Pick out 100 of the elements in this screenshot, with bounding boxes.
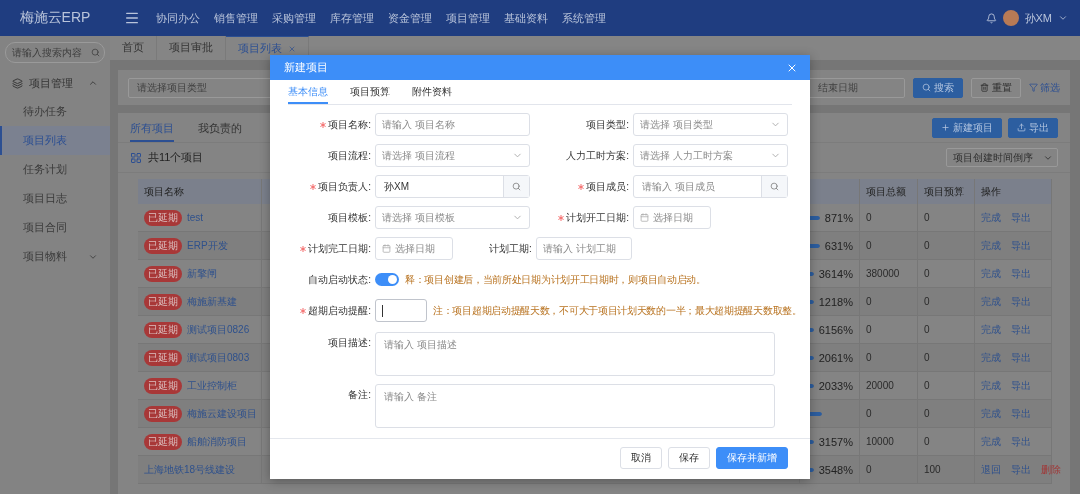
search-button[interactable] xyxy=(503,176,529,197)
project-name-link[interactable]: 工业控制柜 xyxy=(187,378,237,393)
nav-menu-item[interactable]: 基础资料 xyxy=(504,10,548,26)
filter-link[interactable]: 筛选 xyxy=(1029,80,1060,95)
upload-icon xyxy=(1017,123,1026,132)
action-link[interactable]: 导出 xyxy=(1011,350,1031,365)
action-link[interactable]: 完成 xyxy=(981,322,1001,337)
list-tab[interactable]: 所有项目 xyxy=(130,118,174,142)
reset-button[interactable]: 重置 xyxy=(971,77,1021,98)
table-cell: 100 xyxy=(918,456,975,484)
field-label: 项目类型: xyxy=(586,117,629,132)
project-name-link[interactable]: 船舶消防项目 xyxy=(187,434,247,449)
nav-menu-item[interactable]: 协同办公 xyxy=(156,10,200,26)
action-link[interactable]: 导出 xyxy=(1011,238,1031,253)
input-field[interactable] xyxy=(375,299,427,322)
search-input-field[interactable]: 请输入 项目成员 xyxy=(633,175,788,198)
action-link[interactable]: 完成 xyxy=(981,434,1001,449)
close-icon[interactable] xyxy=(288,44,296,53)
textarea-field[interactable]: 请输入 项目描述 xyxy=(375,332,775,376)
plus-icon xyxy=(941,123,950,132)
select-field[interactable]: 请选择 项目流程 xyxy=(375,144,530,167)
date-field[interactable]: 选择日期 xyxy=(375,237,453,260)
action-link[interactable]: 导出 xyxy=(1011,462,1031,477)
page-tab[interactable]: 首页 xyxy=(110,36,157,60)
project-name-link[interactable]: 梅施云建设项目 xyxy=(187,406,257,421)
action-link[interactable]: 完成 xyxy=(981,294,1001,309)
search-input-field[interactable]: 孙XM xyxy=(375,175,530,198)
project-name-link[interactable]: 测试项目0803 xyxy=(187,350,250,365)
action-link[interactable]: 完成 xyxy=(981,266,1001,281)
action-link[interactable]: 完成 xyxy=(981,238,1001,253)
dialog-button[interactable]: 保存 xyxy=(668,447,710,469)
project-name-link[interactable]: test xyxy=(187,212,204,223)
action-link[interactable]: 退回 xyxy=(981,462,1001,477)
nav-menu-item[interactable]: 系统管理 xyxy=(562,10,606,26)
progress-percent: 1218% xyxy=(818,295,853,308)
textarea-field[interactable]: 请输入 备注 xyxy=(375,384,775,428)
field-label: 超期启动提醒: xyxy=(308,303,371,318)
project-name-link[interactable]: ERP开发 xyxy=(187,238,228,253)
action-link[interactable]: 导出 xyxy=(1011,406,1031,421)
dialog-button[interactable]: 取消 xyxy=(620,447,662,469)
nav-menu-item[interactable]: 库存管理 xyxy=(330,10,374,26)
action-link[interactable]: 完成 xyxy=(981,406,1001,421)
sidebar-item[interactable]: 任务计划 xyxy=(0,155,110,184)
dialog-tab[interactable]: 项目预算 xyxy=(350,82,390,104)
sidebar-group[interactable]: 项目管理 xyxy=(0,69,110,97)
select-field[interactable]: 请选择 项目类型 xyxy=(633,113,788,136)
progress-percent: 3548% xyxy=(818,463,853,476)
action-link[interactable]: 导出 xyxy=(1011,378,1031,393)
sidebar-item[interactable]: 项目合同 xyxy=(0,213,110,242)
input-field[interactable]: 请输入 计划工期 xyxy=(535,237,632,260)
bell-icon[interactable] xyxy=(985,12,997,24)
sidebar-item[interactable]: 项目日志 xyxy=(0,184,110,213)
sidebar-item[interactable]: 待办任务 xyxy=(0,97,110,126)
nav-menu-item[interactable]: 销售管理 xyxy=(214,10,258,26)
select-field[interactable]: 请选择 项目模板 xyxy=(375,206,530,229)
nav-menu-item[interactable]: 资金管理 xyxy=(388,10,432,26)
sort-select[interactable]: 项目创建时间倒序 xyxy=(946,148,1058,167)
user-name[interactable]: 孙XM xyxy=(1024,10,1052,26)
action-link[interactable]: 导出 xyxy=(1011,434,1031,449)
dialog-tab[interactable]: 基本信息 xyxy=(288,82,328,104)
action-link[interactable]: 完成 xyxy=(981,210,1001,225)
search-button[interactable] xyxy=(761,176,787,197)
project-name-link[interactable]: 测试项目0826 xyxy=(187,322,250,337)
status-badge: 已延期 xyxy=(144,293,182,310)
field-label: 项目描述: xyxy=(328,336,371,350)
status-badge: 已延期 xyxy=(144,237,182,254)
search-button[interactable]: 搜索 xyxy=(913,77,963,98)
export-button[interactable]: 导出 xyxy=(1008,117,1058,138)
table-cell: 0 xyxy=(860,232,918,260)
action-link[interactable]: 完成 xyxy=(981,350,1001,365)
action-link[interactable]: 导出 xyxy=(1011,294,1031,309)
action-link[interactable]: 导出 xyxy=(1011,266,1031,281)
sidebar-search-field[interactable]: 请输入搜索内容 xyxy=(5,42,105,63)
dialog-tab[interactable]: 附件资料 xyxy=(412,82,452,104)
project-name-link[interactable]: 新擎闸 xyxy=(187,266,217,281)
nav-menu-item[interactable]: 项目管理 xyxy=(446,10,490,26)
date-field[interactable]: 选择日期 xyxy=(633,206,711,229)
field-label: 项目模板: xyxy=(328,210,371,225)
toggle-switch[interactable] xyxy=(375,273,399,286)
action-link[interactable]: 导出 xyxy=(1011,210,1031,225)
table-cell: 0 xyxy=(918,372,975,400)
action-link[interactable]: 导出 xyxy=(1011,322,1031,337)
chevron-down-icon xyxy=(1058,13,1068,23)
dialog-title: 新建项目 xyxy=(284,60,328,75)
sidebar-item[interactable]: 项目物料 xyxy=(0,242,110,271)
dialog-button[interactable]: 保存并新增 xyxy=(716,447,788,469)
nav-menu-item[interactable]: 采购管理 xyxy=(272,10,316,26)
hint-text: 释：项目创建后，当前所处日期为计划开工日期时，则项目自动启动。 xyxy=(405,272,706,287)
page-tab[interactable]: 项目审批 xyxy=(157,36,226,60)
action-link[interactable]: 完成 xyxy=(981,378,1001,393)
menu-icon[interactable] xyxy=(124,10,140,26)
select-field[interactable]: 请选择 人力工时方案 xyxy=(633,144,788,167)
new-project-button[interactable]: 新建项目 xyxy=(932,117,1002,138)
action-link[interactable]: 删除 xyxy=(1041,462,1061,477)
column-header: 项目名称 xyxy=(138,179,262,204)
project-name-link[interactable]: 梅施新基建 xyxy=(187,294,237,309)
field-label: 人力工时方案: xyxy=(566,148,629,163)
input-field[interactable]: 请输入 项目名称 xyxy=(375,113,530,136)
sidebar-item[interactable]: 项目列表 xyxy=(0,126,110,155)
list-tab[interactable]: 我负责的 xyxy=(198,118,242,142)
